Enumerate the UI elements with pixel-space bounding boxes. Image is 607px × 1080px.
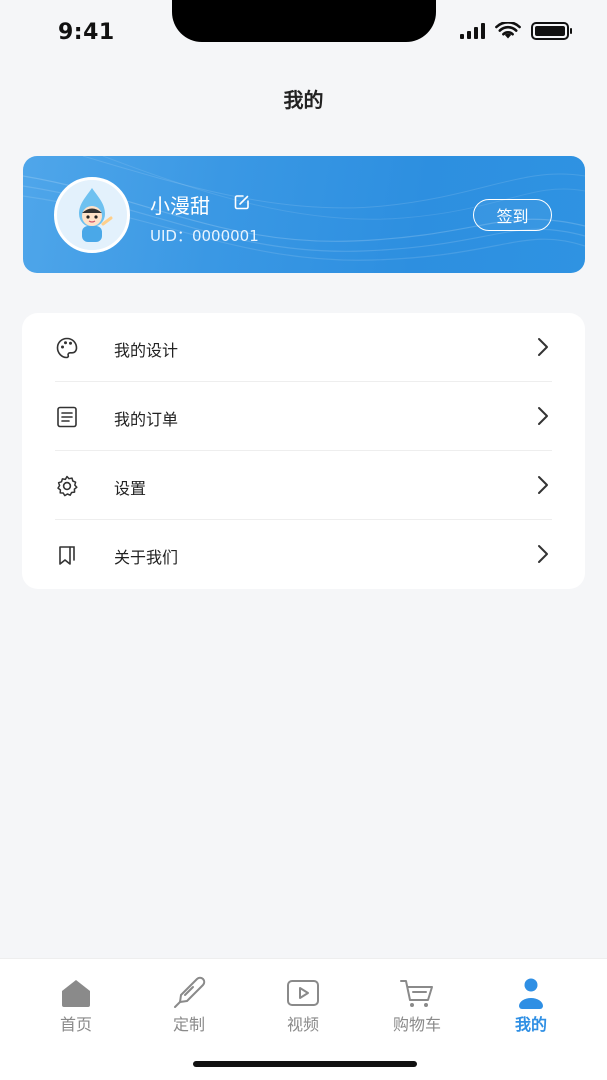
wifi-icon bbox=[495, 22, 521, 39]
tab-label: 视频 bbox=[286, 1015, 319, 1034]
menu-item-label: 设置 bbox=[114, 479, 147, 498]
brush-icon bbox=[174, 976, 206, 1008]
menu-list: 我的设计 我的订单 设置 关于我们 bbox=[22, 313, 585, 589]
palette-icon bbox=[56, 337, 78, 359]
menu-item-my-designs[interactable]: 我的设计 bbox=[22, 313, 585, 382]
video-icon bbox=[287, 980, 319, 1006]
home-icon bbox=[62, 980, 90, 1007]
bookmark-icon bbox=[59, 546, 75, 565]
tab-mine[interactable]: 我的 bbox=[491, 975, 571, 1045]
avatar[interactable] bbox=[54, 177, 130, 253]
status-icons bbox=[460, 22, 572, 40]
gear-icon bbox=[57, 475, 78, 497]
chevron-right-icon bbox=[538, 545, 548, 563]
tab-home[interactable]: 首页 bbox=[36, 975, 116, 1045]
signal-icon bbox=[460, 23, 485, 39]
status-time: 9:41 bbox=[58, 20, 115, 45]
profile-card: 小漫甜 UID：0000001 签到 bbox=[23, 156, 585, 273]
mascot-avatar-icon bbox=[57, 180, 127, 250]
status-bar: 9:41 bbox=[0, 0, 607, 70]
menu-item-about-us[interactable]: 关于我们 bbox=[22, 520, 585, 589]
menu-item-label: 我的设计 bbox=[114, 341, 179, 360]
chevron-right-icon bbox=[538, 407, 548, 425]
tab-label: 首页 bbox=[59, 1015, 92, 1034]
page-title: 我的 bbox=[283, 88, 324, 112]
cart-icon bbox=[400, 980, 433, 1007]
user-uid: UID：0000001 bbox=[150, 227, 259, 245]
menu-item-label: 我的订单 bbox=[114, 410, 179, 429]
tab-label: 我的 bbox=[514, 1015, 547, 1034]
chevron-right-icon bbox=[538, 338, 548, 356]
document-icon bbox=[57, 406, 77, 428]
tab-label: 定制 bbox=[172, 1015, 205, 1034]
tab-custom[interactable]: 定制 bbox=[149, 975, 229, 1045]
tab-video[interactable]: 视频 bbox=[263, 975, 343, 1045]
user-icon bbox=[519, 978, 543, 1009]
chevron-right-icon bbox=[538, 476, 548, 494]
home-indicator bbox=[193, 1061, 417, 1067]
menu-item-my-orders[interactable]: 我的订单 bbox=[22, 382, 585, 451]
user-name: 小漫甜 bbox=[150, 194, 210, 218]
menu-item-settings[interactable]: 设置 bbox=[22, 451, 585, 520]
edit-icon[interactable] bbox=[234, 194, 250, 210]
signin-button[interactable]: 签到 bbox=[473, 199, 552, 231]
battery-icon bbox=[531, 22, 572, 40]
device-notch bbox=[172, 0, 436, 42]
menu-item-label: 关于我们 bbox=[114, 548, 179, 567]
tab-cart[interactable]: 购物车 bbox=[377, 975, 457, 1045]
tab-label: 购物车 bbox=[392, 1015, 441, 1034]
